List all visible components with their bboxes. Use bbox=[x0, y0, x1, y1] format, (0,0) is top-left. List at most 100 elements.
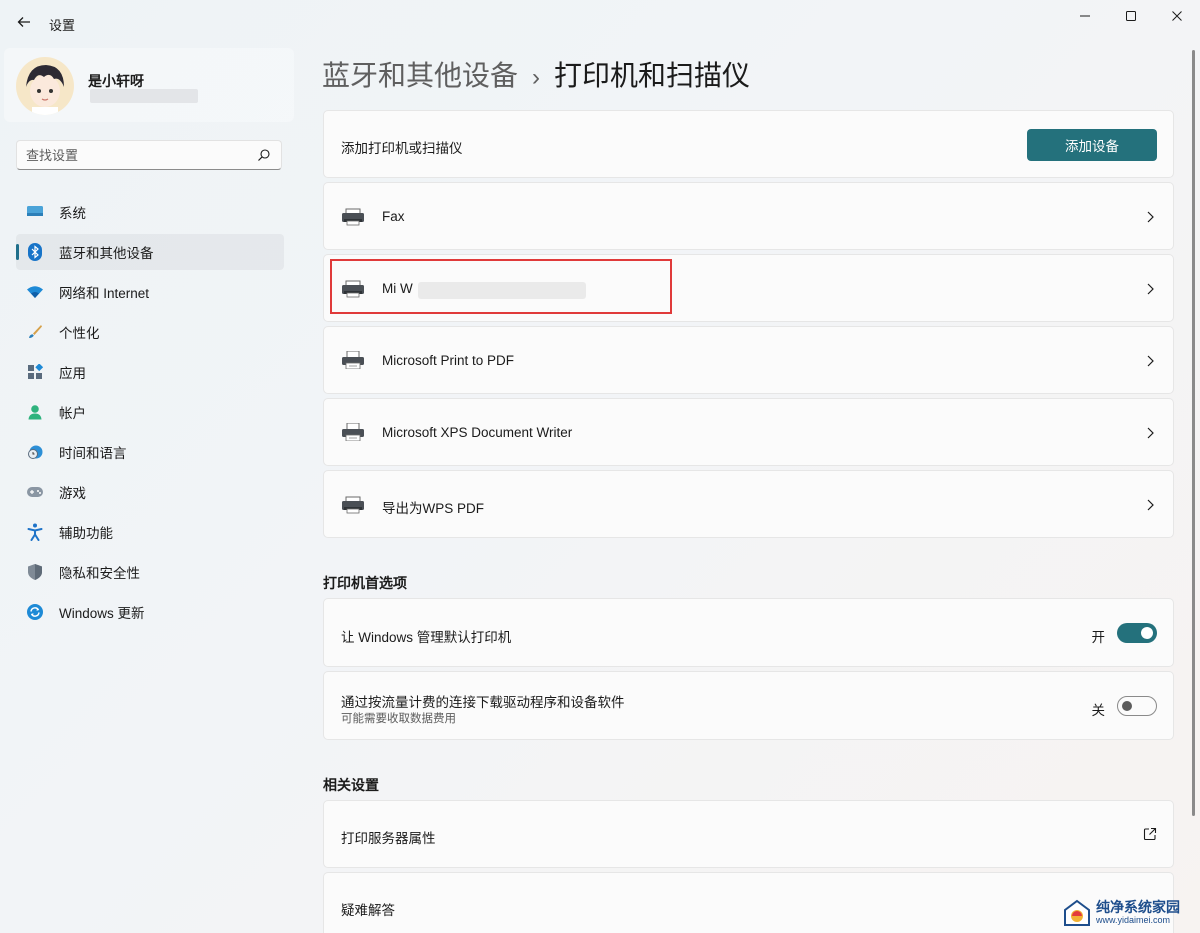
add-printer-card: 添加打印机或扫描仪 添加设备 bbox=[323, 110, 1174, 178]
user-profile[interactable]: 是小轩呀 bbox=[4, 48, 294, 122]
watermark: 纯净系统家园 www.yidaimei.com bbox=[1062, 896, 1196, 930]
printer-name: Microsoft Print to PDF bbox=[382, 353, 515, 368]
breadcrumb-separator: › bbox=[532, 64, 541, 91]
wifi-icon bbox=[26, 283, 44, 301]
redacted-printer-name bbox=[418, 282, 586, 299]
printer-name: Mi W bbox=[382, 281, 413, 296]
gamepad-icon bbox=[26, 483, 44, 501]
search-input[interactable] bbox=[26, 146, 246, 164]
external-link-icon bbox=[1143, 827, 1157, 841]
sidebar-nav: 系统 蓝牙和其他设备 网络和 Internet 个性化 应用 帐户 时间和语言 … bbox=[16, 194, 284, 634]
preference-label: 让 Windows 管理默认打印机 bbox=[341, 630, 512, 645]
related-row[interactable]: 疑难解答 bbox=[323, 872, 1174, 933]
chevron-right-icon bbox=[1147, 283, 1154, 295]
toggle-state-label: 开 bbox=[1091, 630, 1106, 645]
monitor-icon bbox=[26, 203, 44, 221]
printer-pdf-icon bbox=[342, 351, 364, 369]
sidebar-item-windows-update[interactable]: Windows 更新 bbox=[16, 594, 284, 630]
printer-row[interactable]: Fax bbox=[323, 182, 1174, 250]
sidebar-item-system[interactable]: 系统 bbox=[16, 194, 284, 230]
sidebar-item-label: 辅助功能 bbox=[59, 526, 113, 541]
sidebar-item-bluetooth[interactable]: 蓝牙和其他设备 bbox=[16, 234, 284, 270]
add-device-button[interactable]: 添加设备 bbox=[1027, 129, 1157, 161]
sidebar-item-accounts[interactable]: 帐户 bbox=[16, 394, 284, 430]
printer-icon bbox=[342, 280, 364, 298]
sidebar-item-label: 个性化 bbox=[59, 326, 100, 341]
title-bar: 设置 bbox=[0, 0, 1200, 46]
default-printer-toggle[interactable] bbox=[1117, 623, 1157, 643]
sidebar-item-label: 帐户 bbox=[59, 406, 86, 421]
bluetooth-icon bbox=[26, 243, 44, 261]
chevron-right-icon bbox=[1147, 211, 1154, 223]
metered-download-toggle[interactable] bbox=[1117, 696, 1157, 716]
sidebar-item-personalization[interactable]: 个性化 bbox=[16, 314, 284, 350]
user-email-redacted bbox=[90, 89, 198, 103]
accessibility-icon bbox=[26, 523, 44, 541]
printer-name: 导出为WPS PDF bbox=[382, 501, 485, 516]
sidebar-item-privacy[interactable]: 隐私和安全性 bbox=[16, 554, 284, 590]
maximize-icon bbox=[1126, 11, 1136, 21]
search-box[interactable] bbox=[16, 140, 282, 170]
chevron-right-icon bbox=[1147, 355, 1154, 367]
printer-row[interactable]: Mi W bbox=[323, 254, 1174, 322]
sidebar-item-label: 隐私和安全性 bbox=[59, 566, 140, 581]
account-icon bbox=[26, 403, 44, 421]
close-button[interactable] bbox=[1154, 0, 1200, 32]
sidebar-item-label: 应用 bbox=[59, 366, 86, 381]
back-button[interactable] bbox=[10, 8, 38, 36]
back-arrow-icon bbox=[17, 17, 30, 27]
watermark-text: 纯净系统家园 bbox=[1096, 899, 1180, 915]
preference-label: 通过按流量计费的连接下载驱动程序和设备软件 bbox=[341, 695, 625, 710]
printer-name: Microsoft XPS Document Writer bbox=[382, 425, 573, 440]
related-label: 打印服务器属性 bbox=[341, 831, 436, 846]
sidebar-item-apps[interactable]: 应用 bbox=[16, 354, 284, 390]
preference-row: 通过按流量计费的连接下载驱动程序和设备软件 可能需要收取数据费用 关 bbox=[323, 671, 1174, 740]
preference-sublabel: 可能需要收取数据费用 bbox=[341, 713, 456, 725]
toggle-state-label: 关 bbox=[1091, 703, 1106, 718]
maximize-button[interactable] bbox=[1108, 0, 1154, 32]
shield-icon bbox=[26, 563, 44, 581]
watermark-logo bbox=[1064, 899, 1090, 926]
preferences-heading: 打印机首选项 bbox=[323, 575, 407, 591]
minimize-icon bbox=[1080, 15, 1090, 17]
sidebar-item-label: 游戏 bbox=[59, 486, 86, 501]
scrollbar[interactable] bbox=[1192, 50, 1195, 816]
search-icon[interactable] bbox=[257, 148, 271, 162]
clock-globe-icon bbox=[26, 443, 44, 461]
sidebar-item-label: 蓝牙和其他设备 bbox=[59, 246, 154, 261]
preference-row: 让 Windows 管理默认打印机 开 bbox=[323, 598, 1174, 667]
printer-row[interactable]: Microsoft Print to PDF bbox=[323, 326, 1174, 394]
sidebar-item-label: 时间和语言 bbox=[59, 446, 127, 461]
printer-name: Fax bbox=[382, 209, 405, 224]
printer-pdf-icon bbox=[342, 423, 364, 441]
related-label: 疑难解答 bbox=[341, 903, 395, 918]
add-printer-label: 添加打印机或扫描仪 bbox=[341, 141, 463, 156]
related-heading: 相关设置 bbox=[323, 777, 379, 793]
close-icon bbox=[1172, 11, 1182, 21]
sidebar-item-label: Windows 更新 bbox=[59, 606, 145, 621]
app-title: 设置 bbox=[49, 18, 76, 33]
page-title: 打印机和扫描仪 bbox=[554, 60, 751, 91]
toggle-knob bbox=[1141, 627, 1153, 639]
sidebar-item-gaming[interactable]: 游戏 bbox=[16, 474, 284, 510]
printer-row[interactable]: 导出为WPS PDF bbox=[323, 470, 1174, 538]
update-icon bbox=[26, 603, 44, 621]
breadcrumb-parent[interactable]: 蓝牙和其他设备 bbox=[322, 60, 518, 91]
sidebar-item-label: 系统 bbox=[59, 206, 86, 221]
sidebar-item-accessibility[interactable]: 辅助功能 bbox=[16, 514, 284, 550]
sidebar-item-label: 网络和 Internet bbox=[59, 286, 150, 301]
sidebar-item-time-language[interactable]: 时间和语言 bbox=[16, 434, 284, 470]
user-name: 是小轩呀 bbox=[88, 73, 144, 89]
avatar bbox=[16, 57, 74, 115]
minimize-button[interactable] bbox=[1062, 0, 1108, 32]
sidebar-item-network[interactable]: 网络和 Internet bbox=[16, 274, 284, 310]
related-row[interactable]: 打印服务器属性 bbox=[323, 800, 1174, 868]
apps-icon bbox=[26, 363, 44, 381]
chevron-right-icon bbox=[1147, 427, 1154, 439]
breadcrumb: 蓝牙和其他设备 › 打印机和扫描仪 bbox=[322, 54, 750, 94]
printer-icon bbox=[342, 496, 364, 514]
printer-row[interactable]: Microsoft XPS Document Writer bbox=[323, 398, 1174, 466]
printer-icon bbox=[342, 208, 364, 226]
toggle-knob bbox=[1122, 701, 1132, 711]
watermark-url: www.yidaimei.com bbox=[1096, 915, 1171, 925]
